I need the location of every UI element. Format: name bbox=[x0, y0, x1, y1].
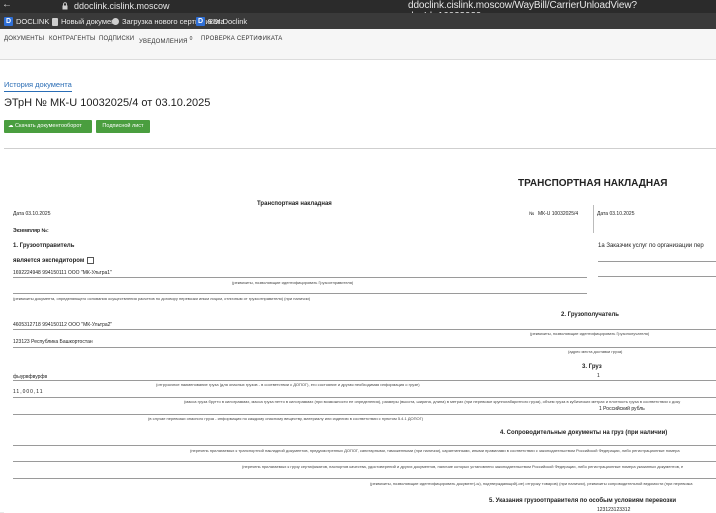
address-host[interactable]: ddoclink.cislink.moscow bbox=[74, 1, 170, 11]
field-line bbox=[13, 347, 716, 348]
tab-active-underline bbox=[4, 91, 72, 92]
doc-date-right: Дата 03.10.2025 bbox=[597, 211, 635, 217]
field-line bbox=[13, 380, 716, 381]
section-3-title: 3. Груз bbox=[582, 364, 602, 370]
field-line bbox=[13, 478, 716, 479]
field-line bbox=[598, 261, 716, 262]
consignee-value: 4605312718 994150112 ООО "МК-Ультра2" bbox=[13, 322, 113, 328]
section-1a-title: 1а Заказчик услуг по организации пер bbox=[598, 243, 704, 249]
cargo-currency-value: 1 Российский рубль bbox=[599, 406, 645, 412]
nav-notifications[interactable]: УВЕДОМЛЕНИЯ 0 bbox=[139, 36, 193, 45]
certificates-caption: (перечень прилагаемых к грузу сертификат… bbox=[242, 464, 684, 469]
bookmark-edi-doclink[interactable]: D EDI.Doclink bbox=[196, 17, 247, 26]
lock-icon bbox=[62, 2, 68, 10]
section-5-title: 5. Указания грузоотправителя по особым у… bbox=[489, 498, 677, 504]
section-4-title: 4. Сопроводительные документы на груз (п… bbox=[500, 430, 668, 436]
forwarder-label: является экспедитором bbox=[13, 257, 95, 265]
globe-icon bbox=[112, 18, 119, 25]
download-button-label: Скачать документооборот bbox=[15, 123, 82, 129]
field-line bbox=[13, 293, 587, 294]
section-1-title: 1. Грузоотправитель bbox=[13, 243, 75, 249]
shipment-docs-caption: (реквизиты, позволяющие идентифицировать… bbox=[370, 481, 693, 486]
bookmark-label: Новый документ bbox=[61, 17, 119, 26]
cargo-name-caption: (отгрузочное наименование груза (для опа… bbox=[156, 382, 420, 387]
page-title: ЭТрН № МК-U 10032025/4 от 03.10.2025 bbox=[4, 97, 211, 109]
delivery-address-value: 123123 Республика Башкортостан bbox=[13, 339, 93, 345]
bookmark-new-document[interactable]: Новый документ bbox=[52, 17, 119, 26]
nav-signatures[interactable]: ПОДПИСКИ bbox=[99, 36, 134, 42]
nav-contractors[interactable]: КОНТРАГЕНТЫ bbox=[49, 36, 95, 42]
doc-number-value: МК-U 10032025/4 bbox=[538, 211, 579, 217]
browser-address-bar: ← ddoclink.cislink.moscow ddoclink.cisli… bbox=[0, 0, 716, 22]
app-nav: ДОКУМЕНТЫ КОНТРАГЕНТЫ ПОДПИСКИ УВЕДОМЛЕН… bbox=[0, 29, 716, 60]
accompanying-docs-caption: (перечень прилагаемых к транспортной нак… bbox=[190, 448, 680, 453]
doc-date-left: Дата 03.10.2025 bbox=[13, 211, 51, 217]
special-conditions-value: 123123123312 bbox=[597, 507, 631, 513]
bookmarks-bar: D DOCLINK Новый документ Загрузка нового… bbox=[0, 13, 716, 29]
section-2-title: 2. Грузополучатель bbox=[561, 312, 619, 318]
forwarder-text: является экспедитором bbox=[13, 258, 85, 265]
column-divider bbox=[593, 205, 594, 233]
tab-document-history[interactable]: История документа bbox=[4, 80, 72, 89]
cargo-one-value: 1 bbox=[597, 373, 600, 379]
doc-sub-title: Транспортная накладная bbox=[257, 201, 332, 207]
field-line bbox=[13, 461, 716, 462]
nav-documents[interactable]: ДОКУМЕНТЫ bbox=[4, 36, 44, 42]
copy-number-label: Экземпляр №: bbox=[13, 228, 49, 234]
field-line bbox=[13, 329, 716, 330]
sign-sheet-button[interactable]: Подписной лист bbox=[96, 120, 150, 133]
download-docflow-button[interactable]: ☁ Скачать документооборот bbox=[4, 120, 92, 133]
bookmark-doclink[interactable]: D DOCLINK bbox=[4, 17, 49, 26]
payment-basis-caption: (реквизиты документа, определяющего осно… bbox=[13, 296, 311, 301]
delivery-address-caption: (адрес места доставки груза) bbox=[568, 349, 623, 354]
shipper-value: 1692224948 994150111 ООО "МК-Ультра1" bbox=[13, 270, 112, 276]
back-arrow-icon[interactable]: ← bbox=[2, 0, 12, 10]
bookmark-label: EDI.Doclink bbox=[208, 17, 248, 26]
cargo-mass-caption: (масса груза брутто в килограммах, масса… bbox=[184, 399, 681, 404]
doclink-logo-icon: D bbox=[4, 17, 13, 26]
field-line bbox=[598, 276, 716, 277]
doc-main-title: ТРАНСПОРТНАЯ НАКЛАДНАЯ bbox=[518, 178, 668, 189]
field-line bbox=[13, 277, 587, 278]
forwarder-checkbox[interactable] bbox=[87, 257, 95, 264]
document-icon bbox=[52, 17, 58, 26]
shipper-caption: (реквизиты, позволяющие идентифицировать… bbox=[232, 280, 354, 285]
edi-logo-icon: D bbox=[196, 17, 205, 26]
nav-notifications-label: УВЕДОМЛЕНИЯ bbox=[139, 39, 188, 45]
notifications-count-badge: 0 bbox=[189, 36, 193, 42]
hazard-caption: (в случае перевозки опасного груза - инф… bbox=[148, 416, 424, 421]
nav-certificate-check[interactable]: ПРОВЕРКА СЕРТИФИКАТА bbox=[201, 36, 282, 42]
doc-number-label: № bbox=[529, 211, 535, 217]
bookmark-label: DOCLINK bbox=[16, 17, 50, 26]
field-line bbox=[13, 397, 716, 398]
waybill-document: ТРАНСПОРТНАЯ НАКЛАДНАЯ Транспортная накл… bbox=[4, 148, 716, 513]
field-line bbox=[13, 414, 716, 415]
cloud-download-icon: ☁ bbox=[8, 123, 14, 129]
cargo-quantity-value: 11,000,11 bbox=[13, 389, 44, 395]
field-line bbox=[13, 445, 716, 446]
consignee-caption: (реквизиты, позволяющие идентифицировать… bbox=[530, 331, 650, 336]
